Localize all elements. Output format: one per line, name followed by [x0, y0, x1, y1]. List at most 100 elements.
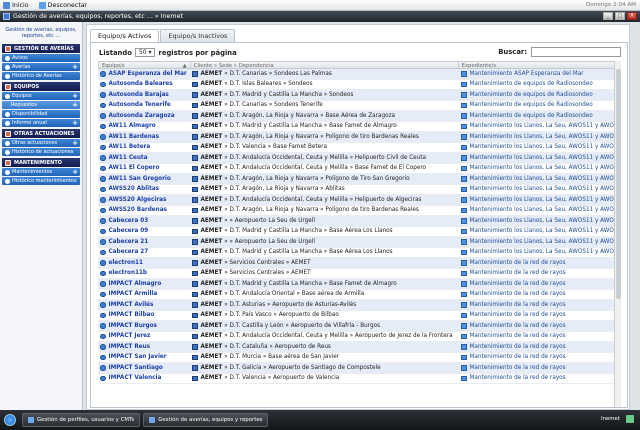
- expedient-link[interactable]: Mantenimiento de la red de rayos: [470, 365, 566, 371]
- table-row[interactable]: Cabecera 09 AEMET» D.T. Madrid y Castilla…: [98, 226, 622, 237]
- col-header-equipo[interactable]: Equipo/s ▲: [99, 62, 191, 69]
- equipment-link[interactable]: IMPACT Armilla: [109, 291, 158, 297]
- add-icon[interactable]: +: [72, 139, 78, 147]
- equipment-link[interactable]: IMPACT Burgos: [109, 323, 157, 329]
- table-row[interactable]: IMPACT San Javier AEMET» D.T. Murcia » Ba…: [98, 352, 621, 363]
- table-row[interactable]: Autosonda Zaragoza AEMET» D.T. Aragón, La…: [98, 111, 621, 122]
- sidebar-item[interactable]: Informe anual +: [2, 119, 80, 127]
- equipment-link[interactable]: Autosonda Baleares: [109, 81, 173, 87]
- expedient-link[interactable]: Mantenimiento de la red de rayos: [470, 302, 566, 308]
- equipment-link[interactable]: Cabecera 03: [109, 218, 149, 224]
- tray-icon[interactable]: [626, 415, 634, 423]
- table-row[interactable]: electron11b AEMET» Servicios Centrales » …: [98, 268, 621, 279]
- sidebar-item[interactable]: Equipos +: [2, 92, 80, 100]
- search-input[interactable]: [531, 47, 621, 57]
- table-row[interactable]: Cabecera 27 AEMET» D.T. Madrid y Castilla…: [98, 247, 622, 258]
- expedient-link[interactable]: Mantenimiento de equipos de Radiosondeo: [470, 102, 593, 108]
- table-row[interactable]: IMPACT Jerez AEMET» D.T. Andalucía Occide…: [98, 331, 621, 342]
- expedient-link[interactable]: Mantenimiento los Llanos, La Seu, AWOS11…: [470, 228, 622, 234]
- expedient-link[interactable]: Mantenimiento los Llanos, La Seu, AWOS11…: [470, 186, 622, 192]
- expedient-link[interactable]: Mantenimiento los Llanos, La Seu, AWOS11…: [470, 165, 622, 171]
- table-row[interactable]: Autosonda Baleares AEMET» D.T. Islas Bale…: [98, 79, 621, 90]
- equipment-link[interactable]: IMPACT Bilbao: [109, 312, 155, 318]
- equipment-link[interactable]: ASAP Esperanza del Mar: [109, 71, 187, 77]
- sidebar-item[interactable]: Mantenimientos +: [2, 168, 80, 176]
- home-link[interactable]: Inicio: [3, 1, 29, 9]
- sidebar-item[interactable]: Avisos: [2, 54, 80, 62]
- table-row[interactable]: Cabecera 03 AEMET» » Aeropuerto La Seu de…: [98, 216, 621, 227]
- equipment-link[interactable]: Cabecera 27: [109, 249, 149, 255]
- expedient-link[interactable]: Mantenimiento de la red de rayos: [470, 312, 566, 318]
- equipment-link[interactable]: electron11b: [109, 270, 148, 276]
- maximize-button[interactable]: □: [615, 12, 625, 20]
- expedient-link[interactable]: Mantenimiento los Llanos, La Seu, AWOS11…: [470, 155, 622, 161]
- equipment-link[interactable]: AW11 Ceuta: [109, 155, 148, 161]
- table-row[interactable]: IMPACT Santiago AEMET» D.T. Galicia » Aer…: [98, 363, 621, 374]
- expedient-link[interactable]: Mantenimiento de la red de rayos: [470, 323, 566, 329]
- table-row[interactable]: AWSS20 Bardenas AEMET» D.T. Aragón, La Ri…: [98, 205, 622, 216]
- expedient-link[interactable]: Mantenimiento los Llanos, La Seu, AWOS11…: [470, 123, 622, 129]
- equipment-link[interactable]: IMPACT Santiago: [109, 365, 163, 371]
- expedient-link[interactable]: Mantenimiento los Llanos, La Seu, AWOS11…: [470, 249, 622, 255]
- equipment-link[interactable]: IMPACT Almagro: [109, 281, 162, 287]
- tab-active-equipment[interactable]: Equipo/s Activos: [90, 29, 160, 42]
- expedient-link[interactable]: Mantenimiento de la red de rayos: [470, 354, 566, 360]
- sidebar-item[interactable]: Histórico de Averías: [2, 72, 80, 80]
- expedient-link[interactable]: Mantenimiento de la red de rayos: [470, 375, 566, 381]
- expedient-link[interactable]: Mantenimiento de equipos de Radiosondeo: [470, 81, 593, 87]
- expedient-link[interactable]: Mantenimiento los Llanos, La Seu, AWOS11…: [470, 207, 622, 213]
- expedient-link[interactable]: Mantenimiento de la red de rayos: [470, 291, 566, 297]
- expedient-link[interactable]: Mantenimiento de equipos de Radiosondeo: [470, 92, 593, 98]
- table-row[interactable]: IMPACT Bilbao AEMET» D.T. País Vasco » Ae…: [98, 310, 621, 321]
- sidebar-item[interactable]: Otras actuaciones +: [2, 139, 80, 147]
- equipment-link[interactable]: Autosonda Tenerife: [109, 102, 171, 108]
- expedient-link[interactable]: Mantenimiento de equipos de Radiosondeo: [470, 113, 593, 119]
- sidebar-item[interactable]: Histórico mantenimientos: [2, 177, 80, 185]
- expedient-link[interactable]: Mantenimiento los Llanos, La Seu, AWOS11…: [470, 197, 622, 203]
- equipment-link[interactable]: AW11 Almagro: [109, 123, 156, 129]
- table-row[interactable]: electron11 AEMET» Servicios Centrales » A…: [98, 258, 621, 269]
- add-icon[interactable]: +: [72, 119, 78, 127]
- disconnect-link[interactable]: Desconectar: [38, 1, 87, 9]
- expedient-link[interactable]: Mantenimiento de la red de rayos: [470, 260, 566, 266]
- table-row[interactable]: IMPACT Avilés AEMET» D.T. Asturias » Aero…: [98, 300, 621, 311]
- equipment-link[interactable]: AWSS20 Bardenas: [109, 207, 167, 213]
- table-row[interactable]: IMPACT Reus AEMET» D.T. Cataluña » Aeropu…: [98, 342, 621, 353]
- expedient-link[interactable]: Mantenimiento de la red de rayos: [470, 333, 566, 339]
- expedient-link[interactable]: Mantenimiento de la red de rayos: [470, 270, 566, 276]
- add-icon[interactable]: +: [72, 168, 78, 176]
- table-row[interactable]: Cabecera 21 AEMET» » Aeropuerto La Seu de…: [98, 237, 621, 248]
- minimize-button[interactable]: _: [603, 12, 613, 20]
- equipment-link[interactable]: AW11 Bardenas: [109, 134, 160, 140]
- equipment-link[interactable]: IMPACT Valencia: [109, 375, 162, 381]
- table-row[interactable]: AWSS20 Ablitas AEMET» D.T. Aragón, La Rio…: [98, 184, 622, 195]
- close-button[interactable]: X: [627, 12, 637, 20]
- equipment-link[interactable]: Cabecera 09: [109, 228, 149, 234]
- table-row[interactable]: IMPACT Valencia AEMET» D.T. Valencia » Ae…: [98, 373, 621, 384]
- expedient-link[interactable]: Mantenimiento los Llanos, La Seu, AWOS11…: [470, 144, 622, 150]
- table-row[interactable]: AW11 El Copero AEMET» D.T. Andalucía Occi…: [98, 163, 622, 174]
- table-row[interactable]: AW11 Ceuta AEMET» D.T. Andalucía Occident…: [98, 153, 621, 164]
- task-perfiles[interactable]: Gestión de perfiles, usuarios y CMTs: [22, 413, 141, 427]
- equipment-link[interactable]: AW11 Betera: [109, 144, 151, 150]
- sidebar-item[interactable]: Repuestos +: [2, 101, 80, 109]
- table-row[interactable]: AW11 Almagro AEMET» D.T. Madrid y Castill…: [98, 121, 622, 132]
- sidebar-item[interactable]: Averías +: [2, 63, 80, 71]
- add-icon[interactable]: +: [72, 63, 78, 71]
- sidebar-item[interactable]: Disponibilidad: [2, 110, 80, 118]
- table-row[interactable]: AW11 Bardenas AEMET» D.T. Aragón, La Rioj…: [98, 132, 621, 143]
- task-averias[interactable]: Gestión de averías, equipos y reportes: [143, 413, 269, 427]
- expedient-link[interactable]: Mantenimiento los Llanos, La Seu, AWOS11…: [470, 134, 622, 140]
- table-row[interactable]: Autosonda Tenerife AEMET» D.T. Canarias »…: [98, 100, 621, 111]
- table-scrollbar[interactable]: [614, 61, 621, 407]
- equipment-link[interactable]: Autosonda Zaragoza: [109, 113, 175, 119]
- scrollbar-thumb[interactable]: [616, 69, 621, 299]
- equipment-link[interactable]: electron11: [109, 260, 143, 266]
- expedient-link[interactable]: Mantenimiento los Llanos, La Seu, AWOS11…: [470, 239, 622, 245]
- expedient-link[interactable]: Mantenimiento los Llanos, La Seu, AWOS11…: [470, 176, 622, 182]
- equipment-link[interactable]: AW11 El Copero: [109, 165, 160, 171]
- table-row[interactable]: IMPACT Almagro AEMET» D.T. Madrid y Casti…: [98, 279, 621, 290]
- equipment-link[interactable]: IMPACT San Javier: [109, 354, 167, 360]
- table-row[interactable]: Autosonda Barajas AEMET» D.T. Madrid y Ca…: [98, 90, 621, 101]
- table-row[interactable]: AW11 Betera AEMET» D.T. Valencia » Base F…: [98, 142, 622, 153]
